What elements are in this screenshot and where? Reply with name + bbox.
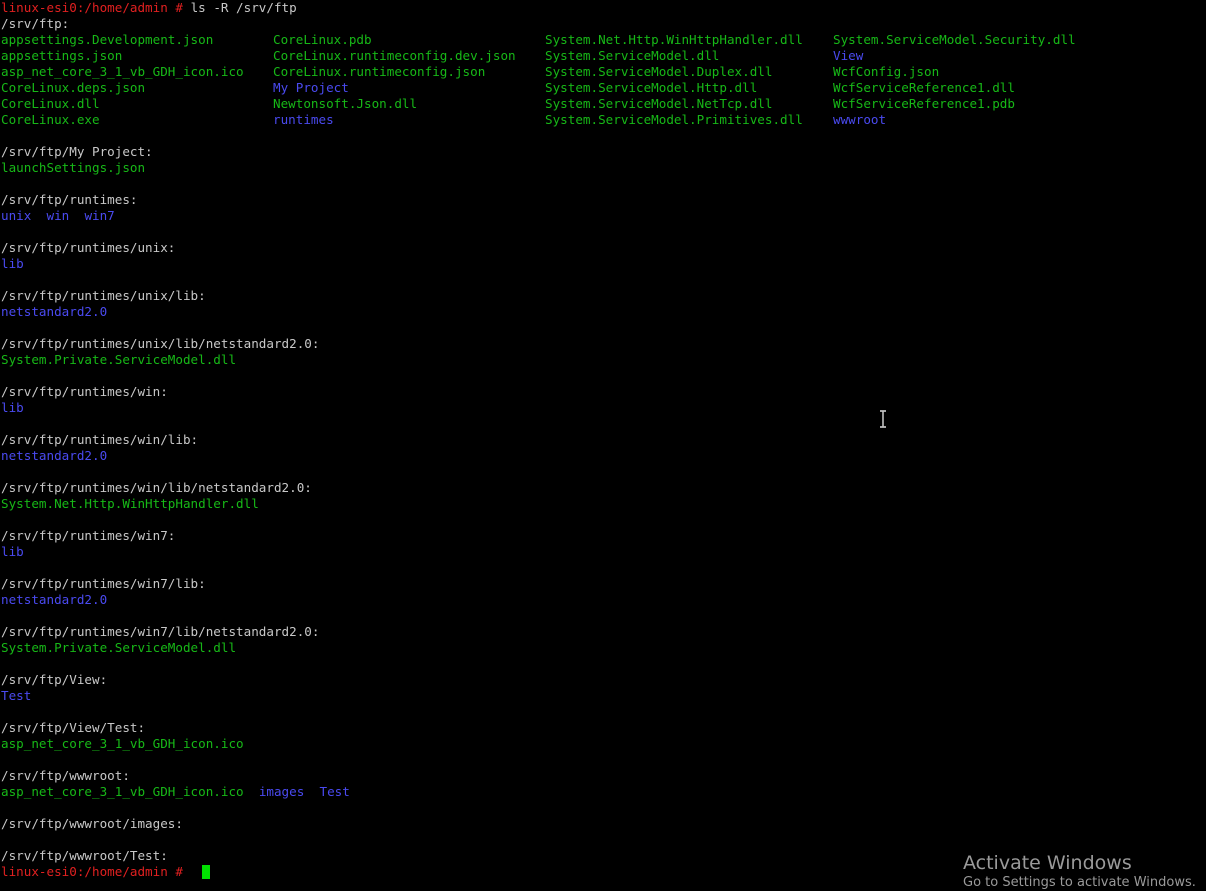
file-entry: CoreLinux.pdb (273, 32, 372, 47)
file-entry: CoreLinux.deps.json (1, 80, 146, 95)
file-entry: CoreLinux.runtimeconfig.dev.json (273, 48, 516, 63)
text-ibeam-icon (880, 410, 886, 428)
watermark-title: Activate Windows (963, 852, 1132, 874)
activate-windows-watermark: Activate Windows Go to Settings to activ… (963, 852, 1196, 891)
root-header: /srv/ftp: (1, 16, 70, 31)
section-header: /srv/ftp/runtimes: (1, 192, 138, 207)
section-listing: Test (1, 688, 31, 704)
file-entry: launchSettings.json (1, 160, 146, 175)
final-prompt-hash: # (167, 864, 183, 879)
section-listing: netstandard2.0 (1, 448, 107, 464)
file-entry: System.ServiceModel.NetTcp.dll (545, 96, 773, 111)
section-header: /srv/ftp/My Project: (1, 144, 153, 159)
directory-entry: lib (1, 256, 24, 271)
section-header: /srv/ftp/View/Test: (1, 720, 146, 735)
section-listing: launchSettings.json (1, 160, 145, 176)
file-entry: System.ServiceModel.Duplex.dll (545, 64, 773, 79)
section-header: /srv/ftp/wwwroot/images: (1, 816, 183, 831)
section-header: /srv/ftp/wwwroot/Test: (1, 848, 168, 863)
section-header: /srv/ftp/runtimes/unix/lib: (1, 288, 206, 303)
directory-entry: unix (1, 208, 32, 223)
section-listing: lib (1, 544, 24, 560)
file-entry: System.ServiceModel.Primitives.dll (545, 112, 803, 127)
section-header: /srv/ftp/runtimes/unix/lib/netstandard2.… (1, 336, 320, 351)
command-text: ls -R /srv/ftp (182, 0, 297, 15)
watermark-subtitle: Go to Settings to activate Windows. (963, 875, 1196, 890)
file-entry: Newtonsoft.Json.dll (273, 96, 418, 111)
section-header: /srv/ftp/runtimes/win7: (1, 528, 176, 543)
section-header: /srv/ftp/runtimes/win7/lib: (1, 576, 206, 591)
directory-entry: lib (1, 544, 24, 559)
directory-entry: netstandard2.0 (1, 592, 108, 607)
section-header: /srv/ftp/runtimes/win/lib/netstandard2.0… (1, 480, 312, 495)
section-listing: asp_net_core_3_1_vb_GDH_icon.ico (1, 736, 244, 752)
file-entry: appsettings.json (1, 48, 123, 63)
section-header: /srv/ftp/runtimes/win7/lib/netstandard2.… (1, 624, 320, 639)
file-entry: CoreLinux.exe (1, 112, 100, 127)
file-entry: asp_net_core_3_1_vb_GDH_icon.ico (1, 784, 244, 799)
section-header: /srv/ftp/View: (1, 672, 108, 687)
file-entry: WcfConfig.json (833, 64, 940, 79)
file-entry: System.Private.ServiceModel.dll (1, 640, 237, 655)
file-entry: asp_net_core_3_1_vb_GDH_icon.ico (1, 736, 244, 751)
directory-entry: runtimes (273, 112, 334, 127)
directory-entry: win7 (84, 208, 115, 223)
directory-entry: netstandard2.0 (1, 448, 108, 463)
file-entry: asp_net_core_3_1_vb_GDH_icon.ico (1, 64, 244, 79)
directory-entry: win (46, 208, 70, 223)
file-entry: WcfServiceReference1.dll (833, 80, 1015, 95)
terminal-window[interactable]: linux-esi0:/home/admin # ls -R /srv/ftp … (1, 0, 1206, 890)
section-listing: System.Private.ServiceModel.dll (1, 640, 236, 656)
section-listing: System.Private.ServiceModel.dll (1, 352, 236, 368)
file-entry: System.Net.Http.WinHttpHandler.dll (545, 32, 803, 47)
file-entry: WcfServiceReference1.pdb (833, 96, 1015, 111)
file-entry: System.ServiceModel.Http.dll (545, 80, 758, 95)
section-header: /srv/ftp/runtimes/win: (1, 384, 168, 399)
file-entry: CoreLinux.dll (1, 96, 100, 111)
directory-entry: Test (1, 688, 32, 703)
final-prompt-line[interactable]: linux-esi0:/home/admin # (1, 864, 183, 880)
section-listing: lib (1, 400, 24, 416)
prompt-hash: # (167, 0, 183, 15)
file-entry: System.Net.Http.WinHttpHandler.dll (1, 496, 259, 511)
section-header: /srv/ftp/runtimes/win/lib: (1, 432, 199, 447)
terminal-cursor (202, 865, 210, 879)
section-header: /srv/ftp/runtimes/unix: (1, 240, 176, 255)
section-listing: asp_net_core_3_1_vb_GDH_icon.ico images … (1, 784, 350, 800)
directory-entry: Test (319, 784, 350, 799)
section-listing: lib (1, 256, 24, 272)
directory-entry: wwwroot (833, 112, 887, 127)
directory-entry: View (833, 48, 864, 63)
section-listing: unix win win7 (1, 208, 115, 224)
file-entry: System.ServiceModel.dll (545, 48, 720, 63)
final-prompt-host: linux-esi0:/home/admin (1, 864, 168, 879)
directory-entry: My Project (273, 80, 349, 95)
section-listing: netstandard2.0 (1, 304, 107, 320)
prompt-host: linux-esi0:/home/admin (1, 0, 168, 15)
directory-entry: images (258, 784, 305, 799)
file-entry: CoreLinux.runtimeconfig.json (273, 64, 486, 79)
file-entry: appsettings.Development.json (1, 32, 214, 47)
file-entry: System.Private.ServiceModel.dll (1, 352, 237, 367)
section-listing: netstandard2.0 (1, 592, 107, 608)
directory-entry: lib (1, 400, 24, 415)
command-line: linux-esi0:/home/admin # ls -R /srv/ftp (1, 0, 297, 16)
section-listing: System.Net.Http.WinHttpHandler.dll (1, 496, 259, 512)
section-header: /srv/ftp/wwwroot: (1, 768, 130, 783)
file-entry: System.ServiceModel.Security.dll (833, 32, 1076, 47)
directory-entry: netstandard2.0 (1, 304, 108, 319)
